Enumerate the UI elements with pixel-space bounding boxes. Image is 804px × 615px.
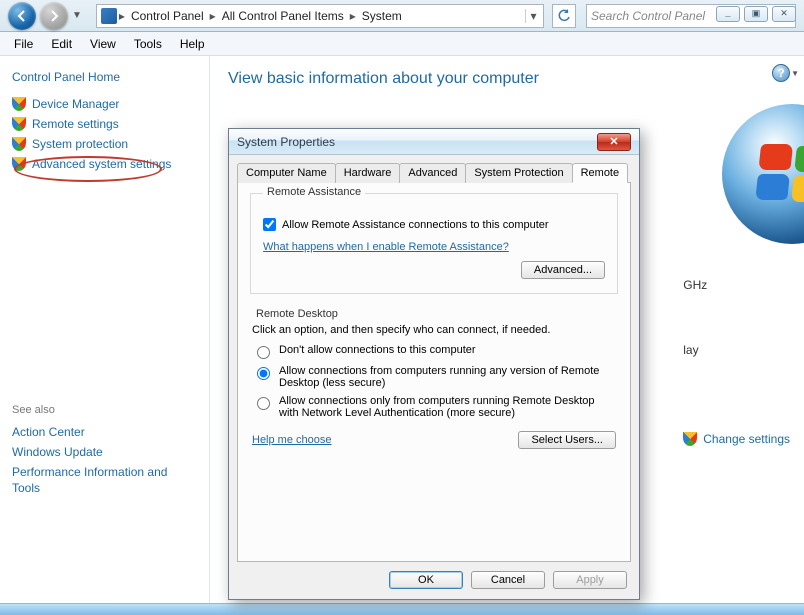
- radio-input[interactable]: [257, 367, 270, 380]
- see-also-item-label: Action Center: [12, 425, 85, 439]
- tab-computer-name[interactable]: Computer Name: [237, 163, 336, 183]
- ok-button[interactable]: OK: [389, 571, 463, 589]
- shield-icon: [12, 157, 26, 171]
- tab-system-protection[interactable]: System Protection: [465, 163, 572, 183]
- help-me-choose-link[interactable]: Help me choose: [252, 434, 332, 446]
- sidebar-device-manager[interactable]: Device Manager: [12, 94, 197, 114]
- dialog-titlebar[interactable]: System Properties ✕: [229, 129, 639, 155]
- menu-file[interactable]: File: [6, 35, 41, 53]
- see-also-item-label: Performance Information and Tools: [12, 465, 197, 496]
- checkbox-input[interactable]: [263, 218, 276, 231]
- system-info-fragment: GHz lay Change settings: [683, 274, 790, 450]
- tab-remote-page: Remote Assistance Allow Remote Assistanc…: [237, 182, 631, 562]
- radio-input[interactable]: [257, 397, 270, 410]
- checkbox-label: Allow Remote Assistance connections to t…: [282, 219, 549, 231]
- shield-icon: [12, 137, 26, 151]
- see-also-item-label: Windows Update: [12, 445, 103, 459]
- see-also-windows-update[interactable]: Windows Update: [12, 442, 197, 462]
- rd-option-allow-any[interactable]: Allow connections from computers running…: [252, 365, 616, 389]
- location-icon: [101, 8, 117, 24]
- rd-option-dont-allow[interactable]: Don't allow connections to this computer: [252, 344, 616, 359]
- sidebar-item-label: System protection: [32, 137, 128, 151]
- taskbar: [0, 603, 804, 615]
- cancel-button[interactable]: Cancel: [471, 571, 545, 589]
- sidebar-item-label: Device Manager: [32, 97, 119, 111]
- maximize-button[interactable]: ▣: [744, 6, 768, 22]
- nav-history-dropdown[interactable]: ▼: [72, 10, 82, 21]
- remote-assistance-help-link[interactable]: What happens when I enable Remote Assist…: [263, 241, 509, 253]
- radio-label: Don't allow connections to this computer: [279, 344, 476, 356]
- breadcrumb-part[interactable]: System: [356, 9, 408, 23]
- sidebar: Control Panel Home Device Manager Remote…: [0, 56, 210, 603]
- radio-label: Allow connections from computers running…: [279, 365, 616, 389]
- breadcrumb-part[interactable]: All Control Panel Items: [216, 9, 350, 23]
- group-label: Remote Assistance: [263, 186, 365, 198]
- system-properties-dialog: System Properties ✕ Computer Name Hardwa…: [228, 128, 640, 600]
- page-title: View basic information about your comput…: [228, 70, 786, 88]
- menu-help[interactable]: Help: [172, 35, 213, 53]
- sidebar-item-label: Advanced system settings: [32, 157, 171, 171]
- change-settings-link[interactable]: Change settings: [683, 428, 790, 451]
- remote-desktop-group: Remote Desktop Click an option, and then…: [250, 308, 618, 449]
- sidebar-system-protection[interactable]: System protection: [12, 134, 197, 154]
- close-button[interactable]: ✕: [772, 6, 796, 22]
- menubar: File Edit View Tools Help: [0, 32, 804, 56]
- remote-assistance-group: Remote Assistance Allow Remote Assistanc…: [250, 193, 618, 294]
- window-controls: _ ▣ ✕: [716, 6, 796, 22]
- change-settings-label: Change settings: [703, 428, 790, 451]
- minimize-button[interactable]: _: [716, 6, 740, 22]
- sidebar-remote-settings[interactable]: Remote settings: [12, 114, 197, 134]
- radio-label: Allow connections only from computers ru…: [279, 395, 616, 419]
- sidebar-item-label: Remote settings: [32, 117, 119, 131]
- see-also-performance-info[interactable]: Performance Information and Tools: [12, 462, 197, 499]
- titlebar: ▼ ▸ Control Panel ▸ All Control Panel It…: [0, 0, 804, 32]
- radio-input[interactable]: [257, 346, 270, 359]
- info-play: lay: [683, 339, 790, 362]
- menu-tools[interactable]: Tools: [126, 35, 170, 53]
- dialog-close-button[interactable]: ✕: [597, 133, 631, 151]
- tab-advanced[interactable]: Advanced: [399, 163, 466, 183]
- breadcrumb[interactable]: ▸ Control Panel ▸ All Control Panel Item…: [96, 4, 544, 28]
- windows-logo: [722, 104, 804, 244]
- sidebar-advanced-system-settings[interactable]: Advanced system settings: [12, 154, 197, 174]
- dialog-title: System Properties: [237, 135, 335, 149]
- dialog-button-row: OK Cancel Apply: [389, 571, 627, 589]
- tab-remote[interactable]: Remote: [572, 163, 629, 183]
- nav-forward-button: [40, 2, 68, 30]
- remote-assistance-advanced-button[interactable]: Advanced...: [521, 261, 605, 279]
- sidebar-home-link[interactable]: Control Panel Home: [12, 70, 197, 84]
- remote-desktop-intro: Click an option, and then specify who ca…: [252, 324, 616, 336]
- see-also-action-center[interactable]: Action Center: [12, 422, 197, 442]
- breadcrumb-dropdown[interactable]: ▾: [525, 9, 541, 23]
- refresh-button[interactable]: [552, 4, 576, 28]
- shield-icon: [683, 432, 697, 446]
- breadcrumb-part[interactable]: Control Panel: [125, 9, 210, 23]
- nav-back-button[interactable]: [8, 2, 36, 30]
- shield-icon: [12, 117, 26, 131]
- search-placeholder: Search Control Panel: [591, 9, 705, 23]
- tab-hardware[interactable]: Hardware: [335, 163, 401, 183]
- shield-icon: [12, 97, 26, 111]
- allow-remote-assistance-checkbox[interactable]: Allow Remote Assistance connections to t…: [263, 218, 605, 231]
- see-also-label: See also: [12, 404, 197, 416]
- rd-option-allow-nla[interactable]: Allow connections only from computers ru…: [252, 395, 616, 419]
- menu-edit[interactable]: Edit: [43, 35, 80, 53]
- group-label: Remote Desktop: [252, 308, 342, 320]
- select-users-button[interactable]: Select Users...: [518, 431, 616, 449]
- info-ghz: GHz: [683, 274, 790, 297]
- apply-button[interactable]: Apply: [553, 571, 627, 589]
- menu-view[interactable]: View: [82, 35, 124, 53]
- tabstrip: Computer Name Hardware Advanced System P…: [237, 163, 631, 183]
